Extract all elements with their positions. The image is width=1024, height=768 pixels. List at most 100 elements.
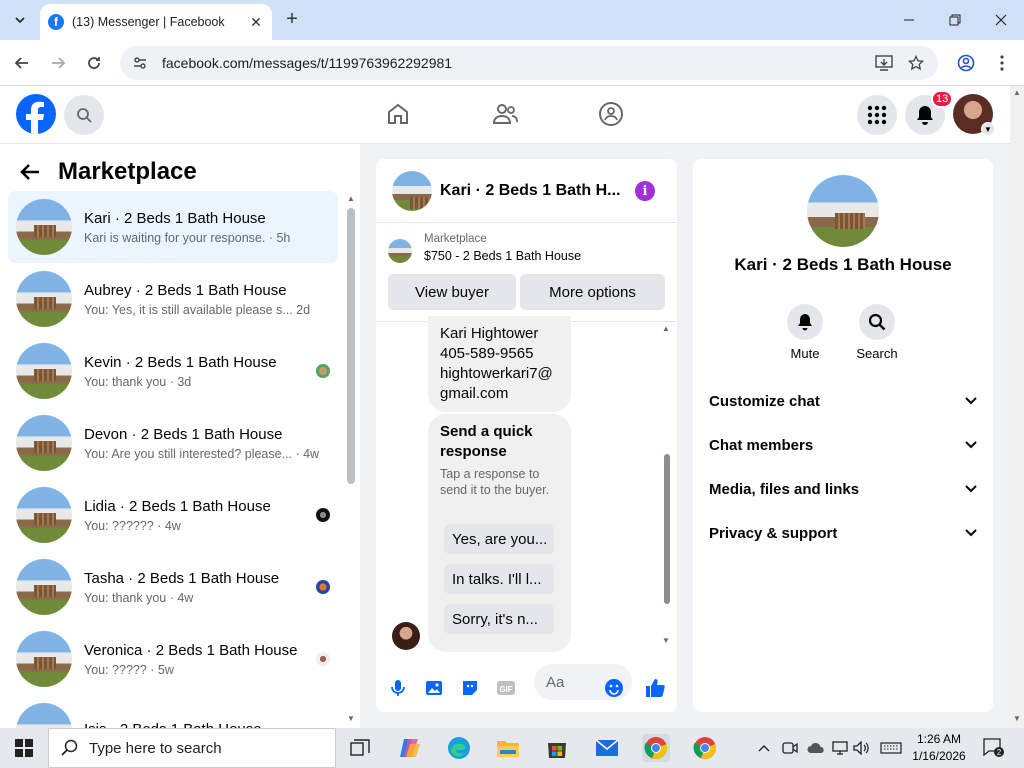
quick-response-subtitle: Tap a response to send it to the buyer. — [440, 467, 550, 497]
scroll-down-icon[interactable]: ▼ — [1013, 714, 1021, 723]
close-window-icon[interactable] — [978, 0, 1024, 40]
listing-thumbnail — [16, 487, 72, 543]
mail-icon[interactable] — [593, 734, 621, 762]
conversation-preview: You: thank you · 3d — [84, 374, 192, 389]
search-icon — [859, 304, 895, 340]
customize-chat-section[interactable]: Customize chat — [709, 383, 977, 419]
view-buyer-button[interactable]: View buyer — [388, 274, 516, 310]
conversation-item[interactable]: Lidia · 2 Beds 1 Bath House You: ?????? ·… — [8, 479, 338, 551]
edge-icon[interactable] — [445, 734, 473, 762]
message-input-placeholder: Aa — [546, 673, 565, 691]
chrome-icon[interactable] — [691, 734, 719, 762]
privacy-support-section[interactable]: Privacy & support — [709, 515, 977, 551]
svg-text:GIF: GIF — [499, 685, 512, 694]
bookmark-star-icon[interactable] — [904, 51, 928, 75]
conversation-item[interactable]: Tasha · 2 Beds 1 Bath House You: thank yo… — [8, 551, 338, 623]
seen-avatar — [316, 508, 330, 522]
back-arrow-icon[interactable] — [20, 163, 40, 181]
notification-count-badge: 13 — [931, 90, 954, 108]
notification-center-icon[interactable]: 2 — [980, 734, 1008, 762]
forward-arrow-icon[interactable] — [46, 51, 70, 75]
browser-menu-icon[interactable] — [990, 51, 1014, 75]
tray-chevron-up-icon[interactable] — [754, 734, 774, 762]
scroll-down-icon[interactable]: ▼ — [347, 714, 355, 723]
task-view-icon[interactable] — [346, 734, 374, 762]
chat-members-section[interactable]: Chat members — [709, 427, 977, 463]
taskbar-search[interactable]: Type here to search — [48, 728, 336, 768]
info-title: Kari · 2 Beds 1 Bath House — [734, 255, 952, 274]
microphone-icon[interactable] — [388, 173, 408, 696]
conversation-list: Kari · 2 Beds 1 Bath House Kari is waitin… — [8, 191, 338, 767]
fb-search-icon[interactable] — [64, 95, 104, 135]
scroll-up-icon[interactable]: ▲ — [662, 324, 670, 333]
list-scrollbar[interactable] — [347, 208, 355, 484]
conversation-item[interactable]: Kevin · 2 Beds 1 Bath House You: thank yo… — [8, 335, 338, 407]
photo-icon[interactable] — [424, 173, 444, 695]
conversation-item[interactable]: Veronica · 2 Beds 1 Bath House You: ?????… — [8, 623, 338, 695]
list-header: Marketplace — [20, 158, 197, 186]
onedrive-icon[interactable] — [806, 734, 826, 762]
quick-reply-button[interactable]: In talks. I'll l... — [444, 564, 554, 594]
groups-icon[interactable] — [597, 100, 625, 128]
quick-reply-button[interactable]: Yes, are you... — [444, 524, 554, 554]
back-arrow-icon[interactable] — [10, 51, 34, 75]
facebook-logo-icon[interactable] — [16, 94, 56, 134]
home-icon[interactable] — [384, 100, 412, 128]
conversation-item[interactable]: Kari · 2 Beds 1 Bath House Kari is waitin… — [8, 191, 338, 263]
gif-icon[interactable]: GIF — [496, 173, 516, 695]
new-tab-plus-icon[interactable]: + — [282, 9, 302, 29]
conversation-item[interactable]: Aubrey · 2 Beds 1 Bath House You: Yes, it… — [8, 263, 338, 335]
chat-header: Kari · 2 Beds 1 Bath H... i — [376, 159, 677, 223]
quick-reply-button[interactable]: Sorry, it's n... — [444, 604, 554, 634]
conversation-preview: Kari is waiting for your response. · 5h — [84, 230, 291, 245]
scroll-up-icon[interactable]: ▲ — [347, 194, 355, 203]
emoji-icon[interactable] — [604, 173, 624, 697]
chat-info-panel: Kari · 2 Beds 1 Bath House Mute Search C… — [693, 159, 993, 712]
thumbs-up-icon[interactable] — [644, 173, 665, 697]
tab-search-chevron-icon[interactable] — [8, 8, 32, 32]
conversation-name: Lidia · 2 Beds 1 Bath House — [84, 497, 271, 515]
account-avatar[interactable]: ▼ — [953, 94, 995, 136]
microsoft-store-icon[interactable] — [543, 734, 571, 762]
menu-grid-icon[interactable] — [857, 95, 897, 135]
windows-start-icon[interactable] — [0, 728, 48, 768]
sticker-icon[interactable] — [460, 173, 480, 695]
restore-icon[interactable] — [932, 0, 978, 40]
chevron-down-icon — [965, 529, 977, 537]
conversation-preview: You: Are you still interested? please...… — [84, 446, 320, 461]
site-info-icon[interactable] — [132, 55, 148, 71]
friends-icon[interactable] — [491, 100, 519, 128]
search-chat-button[interactable]: Search — [849, 304, 905, 361]
chrome-icon-active[interactable] — [642, 734, 670, 762]
sender-avatar[interactable] — [392, 622, 420, 650]
copilot-icon[interactable] — [396, 734, 424, 762]
facebook-favicon-icon: f — [48, 14, 64, 30]
keyboard-icon[interactable] — [878, 734, 904, 762]
volume-icon[interactable] — [852, 734, 872, 762]
media-files-section[interactable]: Media, files and links — [709, 471, 977, 507]
more-options-button[interactable]: More options — [520, 274, 665, 310]
scroll-up-icon[interactable]: ▲ — [1013, 88, 1021, 97]
install-app-icon[interactable] — [872, 51, 896, 75]
meet-now-icon[interactable] — [780, 734, 800, 762]
marketplace-listing[interactable]: Marketplace $750 - 2 Beds 1 Bath House — [388, 233, 581, 263]
browser-tab-strip: f (13) Messenger | Facebook ✕ + — [0, 0, 1024, 40]
message-scrollbar[interactable] — [664, 454, 670, 604]
tab-close-icon[interactable]: ✕ — [248, 14, 264, 31]
conversation-item[interactable]: Devon · 2 Beds 1 Bath House You: Are you … — [8, 407, 338, 479]
file-explorer-icon[interactable] — [494, 734, 522, 762]
taskbar-clock[interactable]: 1:26 AM 1/16/2026 — [908, 731, 970, 765]
minimize-icon[interactable] — [886, 0, 932, 40]
reload-icon[interactable] — [82, 51, 106, 75]
listing-small-thumbnail — [388, 239, 412, 263]
section-label: Privacy & support — [709, 524, 838, 542]
contact-message-bubble[interactable]: Kari Hightower 405-589-9565 hightowerkar… — [428, 316, 571, 412]
page-scrollbar[interactable]: ▲ ▼ — [1010, 86, 1024, 728]
profile-icon[interactable] — [954, 51, 978, 75]
scroll-down-icon[interactable]: ▼ — [662, 636, 670, 645]
browser-tab[interactable]: f (13) Messenger | Facebook ✕ — [40, 4, 272, 40]
mute-button[interactable]: Mute — [777, 304, 833, 361]
network-icon[interactable] — [830, 734, 850, 762]
url-bar[interactable]: facebook.com/messages/t/1199763962292981 — [120, 46, 938, 80]
conversation-name: Tasha · 2 Beds 1 Bath House — [84, 569, 280, 587]
